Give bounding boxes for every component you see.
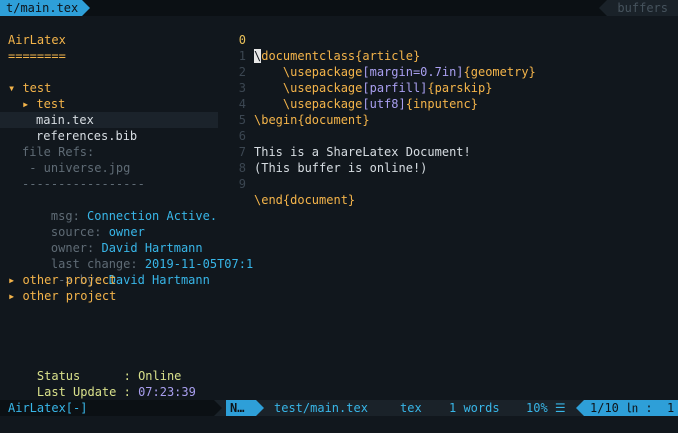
project-test[interactable]: ▾ test <box>8 80 51 96</box>
editor-line[interactable]: 9 \end{document} <box>226 160 678 207</box>
last-update-label: Last Update : <box>36 385 139 399</box>
project-other-1[interactable]: ▸ other project <box>8 272 116 288</box>
sidebar-status-label: AirLatex[-] <box>0 400 214 416</box>
file-refs-label: file Refs: <box>22 145 95 159</box>
changed-by-value: David Hartmann <box>108 273 210 287</box>
status-percent: 10% ☰ <box>526 401 566 415</box>
status-row: Status : Online <box>8 352 182 383</box>
last-update-value: 07:23:39 <box>138 385 196 399</box>
editor-line[interactable]: 4 \begin{document} <box>226 80 678 127</box>
status-position: 1/10 ㏑ : 1 <box>584 400 678 416</box>
editor-line[interactable]: 1 \usepackage[margin=0.7in]{geometry} <box>226 32 678 79</box>
buffers-label[interactable]: buffers <box>599 0 678 16</box>
tab-main-tex[interactable]: t/main.tex <box>0 0 91 16</box>
sidebar-separator: ----------------- <box>22 177 145 191</box>
line-number: 9 <box>238 177 246 191</box>
sidebar-title-underline: ======== <box>8 49 66 63</box>
msg-row: msg: Connection Active. <box>22 192 217 223</box>
editor-line[interactable]: 5 <box>226 96 678 127</box>
file-references-bib[interactable]: references.bib <box>36 128 137 144</box>
file-main-tex[interactable]: main.tex <box>0 112 218 128</box>
airlatex-sidebar: AirLatex ======== ▾ test ▸ test main.tex… <box>0 16 253 400</box>
editor-line[interactable]: 8 <box>226 144 678 175</box>
editor-line[interactable]: 3 \usepackage[utf8]{inputenc} <box>226 64 678 111</box>
editor-line[interactable]: 0 \documentclass{article} <box>226 16 678 63</box>
sidebar-title: AirLatex <box>8 33 66 47</box>
command-line[interactable] <box>0 416 678 433</box>
latex-end-document: \end{document} <box>254 193 356 207</box>
status-filename: test/main.tex <box>274 401 368 415</box>
editor-line[interactable]: 2 \usepackage[parfill]{parskip} <box>226 48 678 95</box>
mode-indicator: N… <box>226 400 256 416</box>
changed-by-row: -> by: David Hartmann <box>22 256 210 287</box>
editor-line[interactable]: 7 (This buffer is online!) <box>226 128 678 175</box>
statusline: AirLatex[-] N… test/main.tex tex 1 words… <box>0 400 678 416</box>
editor-line[interactable]: 6 This is a ShareLatex Document! <box>226 112 678 159</box>
source-row: source: owner <box>22 208 145 239</box>
folder-test[interactable]: ▸ test <box>22 96 65 112</box>
owner-row: owner: David Hartmann <box>22 224 203 255</box>
last-change-row: last change: 2019-11-05T07:1 <box>22 240 253 271</box>
powerline-separator <box>214 400 222 416</box>
powerline-separator <box>256 400 264 416</box>
status-filetype: tex <box>400 401 422 415</box>
project-other-2[interactable]: ▸ other project <box>8 288 116 304</box>
file-ref-universe[interactable]: - universe.jpg <box>22 160 130 176</box>
powerline-separator <box>576 400 584 416</box>
status-word-count: 1 words <box>449 401 500 415</box>
editor-pane[interactable]: 0 \documentclass{article} 1 \usepackage[… <box>226 16 678 400</box>
powerline-separator <box>436 400 444 416</box>
last-update-row: Last Update : 07:23:39 <box>8 368 196 399</box>
tabline: t/main.tex buffers <box>0 0 678 16</box>
